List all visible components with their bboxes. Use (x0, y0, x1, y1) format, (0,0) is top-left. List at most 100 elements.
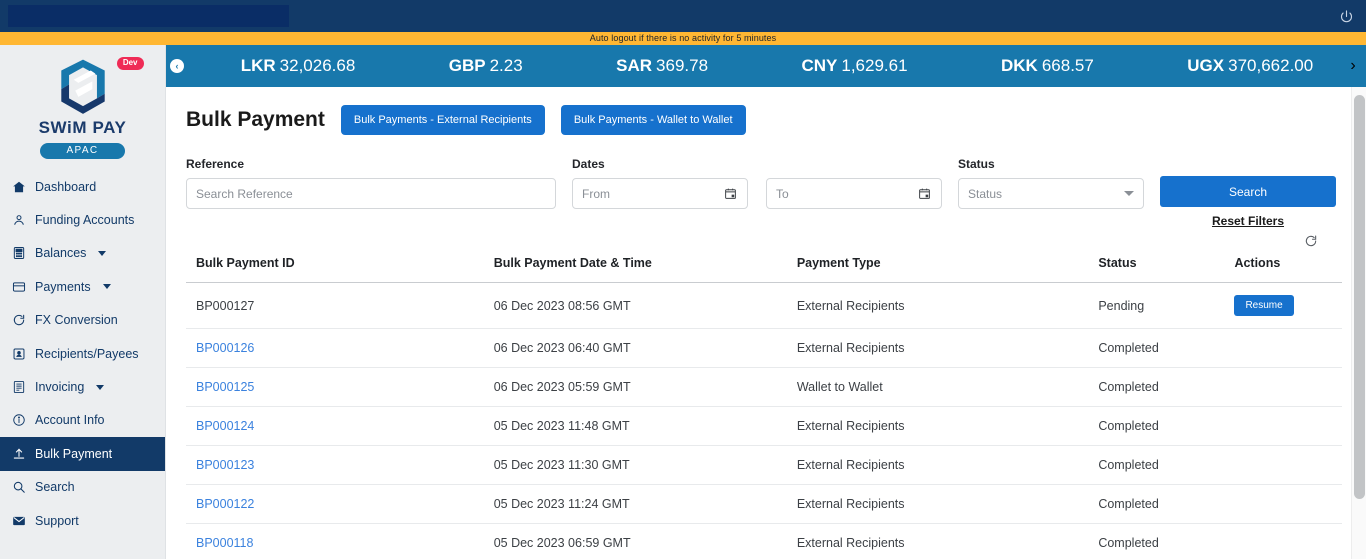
currency-code: GBP (448, 56, 486, 75)
date-from-input-wrap[interactable] (572, 178, 748, 209)
column-header-date-time[interactable]: Bulk Payment Date & Time (493, 250, 797, 283)
actions-cell (1234, 523, 1342, 559)
ticker-rate[interactable]: UGX 370,662.00 (1187, 56, 1313, 76)
status-filter: Status Status (958, 157, 1144, 209)
dates-label: Dates (572, 157, 605, 171)
currency-code: DKK (1001, 56, 1038, 75)
refresh-icon[interactable] (1304, 234, 1318, 248)
sidebar-item-fx-conversion[interactable]: FX Conversion (0, 304, 165, 337)
payment-type: External Recipients (796, 406, 1099, 446)
bulk-payment-datetime: 06 Dec 2023 06:40 GMT (493, 328, 797, 368)
ticker-items: LKR 32,026.68 GBP 2.23 SAR 369.78 CNY 1,629.… (188, 56, 1366, 76)
calendar-icon[interactable] (724, 187, 738, 200)
sidebar-item-support[interactable]: Support (0, 504, 165, 537)
search-actions: Search Reset Filters (1160, 157, 1336, 228)
sidebar-item-search[interactable]: Search (0, 471, 165, 504)
reset-filters-link[interactable]: Reset Filters (1212, 214, 1284, 228)
sidebar-item-bulk-payment[interactable]: Bulk Payment (0, 437, 165, 471)
sidebar: Dev SWiM PAY APAC Dashboard Funding Acco… (0, 45, 166, 559)
status-value: Completed (1098, 406, 1235, 446)
ticker-rate[interactable]: GBP 2.23 (449, 56, 523, 76)
actions-cell (1234, 367, 1342, 407)
table-row[interactable]: BP000126 06 Dec 2023 06:40 GMT External … (186, 328, 1342, 368)
table-row[interactable]: BP000124 05 Dec 2023 11:48 GMT External … (186, 406, 1342, 446)
bulk-payment-datetime: 06 Dec 2023 05:59 GMT (493, 367, 797, 407)
table-row[interactable]: BP000125 06 Dec 2023 05:59 GMT Wallet to… (186, 367, 1342, 407)
table-row[interactable]: BP000118 05 Dec 2023 06:59 GMT External … (186, 523, 1342, 559)
bulk-payment-id-link[interactable]: BP000123 (196, 458, 254, 472)
status-select-value: Status (968, 186, 1003, 201)
sidebar-item-recipients-payees[interactable]: Recipients/Payees (0, 337, 165, 370)
ticker-next-button[interactable]: › (1340, 45, 1366, 87)
search-icon (12, 480, 26, 494)
currency-amount: 1,629.61 (841, 56, 908, 75)
resume-button[interactable]: Resume (1234, 295, 1294, 316)
calculator-icon (12, 246, 26, 260)
sidebar-item-account-info[interactable]: Account Info (0, 404, 165, 437)
table-row[interactable]: BP000127 06 Dec 2023 08:56 GMT External … (186, 282, 1342, 329)
bulk-payment-id-link[interactable]: BP000122 (196, 497, 254, 511)
calendar-icon[interactable] (918, 187, 932, 200)
bulk-payment-id-link[interactable]: BP000124 (196, 419, 254, 433)
top-bar (0, 0, 1366, 32)
ticker-rate[interactable]: LKR 32,026.68 (241, 56, 356, 76)
invoice-icon (12, 380, 26, 394)
refresh-row (186, 234, 1342, 248)
table-row[interactable]: BP000123 05 Dec 2023 11:30 GMT External … (186, 445, 1342, 485)
sidebar-item-invoicing[interactable]: Invoicing (0, 370, 165, 403)
brand-region: APAC (40, 143, 125, 159)
payment-type: Wallet to Wallet (796, 367, 1099, 407)
date-to-input-wrap[interactable] (766, 178, 942, 209)
column-header-bulk-payment-id[interactable]: Bulk Payment ID (186, 250, 494, 283)
bulk-payment-datetime: 05 Dec 2023 11:48 GMT (493, 406, 797, 446)
currency-code: SAR (616, 56, 653, 75)
bulk-payment-datetime: 06 Dec 2023 08:56 GMT (493, 282, 797, 329)
currency-amount: 668.57 (1041, 56, 1094, 75)
page-scrollbar[interactable] (1351, 87, 1366, 559)
sidebar-item-label: Funding Accounts (35, 213, 135, 228)
status-select[interactable]: Status (958, 178, 1144, 209)
power-icon[interactable] (1336, 6, 1356, 26)
sidebar-item-dashboard[interactable]: Dashboard (0, 170, 165, 203)
status-value: Completed (1098, 328, 1235, 368)
sidebar-item-balances[interactable]: Balances (0, 237, 165, 270)
actions-cell (1234, 328, 1342, 368)
ticker-rate[interactable]: SAR 369.78 (616, 56, 708, 76)
status-label: Status (958, 157, 995, 171)
search-reference-input[interactable] (196, 186, 546, 201)
currency-amount: 370,662.00 (1228, 56, 1314, 75)
bulk-payment-id-link[interactable]: BP000125 (196, 380, 254, 394)
bulk-payment-id-link[interactable]: BP000118 (196, 536, 253, 550)
topbar-search-field[interactable] (8, 5, 289, 27)
ticker-rate[interactable]: DKK 668.57 (1001, 56, 1094, 76)
currency-amount: 32,026.68 (279, 56, 356, 75)
brand-block: Dev SWiM PAY APAC (0, 45, 165, 167)
swimpay-logo-icon (60, 59, 105, 114)
sidebar-item-funding-accounts[interactable]: Funding Accounts (0, 203, 165, 236)
column-header-actions[interactable]: Actions (1234, 250, 1342, 283)
reference-filter: Reference (186, 157, 556, 209)
search-button[interactable]: Search (1160, 176, 1336, 207)
column-header-status[interactable]: Status (1098, 250, 1235, 283)
reference-label: Reference (186, 157, 245, 171)
ticker-rate[interactable]: CNY 1,629.61 (801, 56, 907, 76)
sidebar-item-label: Invoicing (35, 380, 85, 395)
payment-type: External Recipients (796, 282, 1099, 329)
currency-ticker: ‹ LKR 32,026.68 GBP 2.23 SAR 369.78 CNY 1,62… (166, 45, 1366, 87)
sidebar-item-label: Search (35, 480, 75, 495)
currency-code: CNY (801, 56, 838, 75)
scrollbar-thumb[interactable] (1354, 95, 1365, 499)
table-row[interactable]: BP000122 05 Dec 2023 11:24 GMT External … (186, 484, 1342, 524)
bulk-payments-external-recipients-button[interactable]: Bulk Payments - External Recipients (340, 105, 545, 135)
date-to-input[interactable] (776, 186, 918, 201)
bulk-payments-wallet-to-wallet-button[interactable]: Bulk Payments - Wallet to Wallet (560, 105, 746, 135)
bulk-payment-id-link[interactable]: BP000126 (196, 341, 254, 355)
sidebar-item-payments[interactable]: Payments (0, 270, 165, 303)
date-from-input[interactable] (582, 186, 724, 201)
auto-logout-notice: Auto logout if there is no activity for … (0, 32, 1366, 45)
search-reference-input-wrap[interactable] (186, 178, 556, 209)
ticker-prev-button[interactable]: ‹ (166, 45, 188, 87)
column-header-payment-type[interactable]: Payment Type (796, 250, 1099, 283)
logo: Dev (44, 55, 144, 117)
contact-icon (12, 347, 26, 361)
